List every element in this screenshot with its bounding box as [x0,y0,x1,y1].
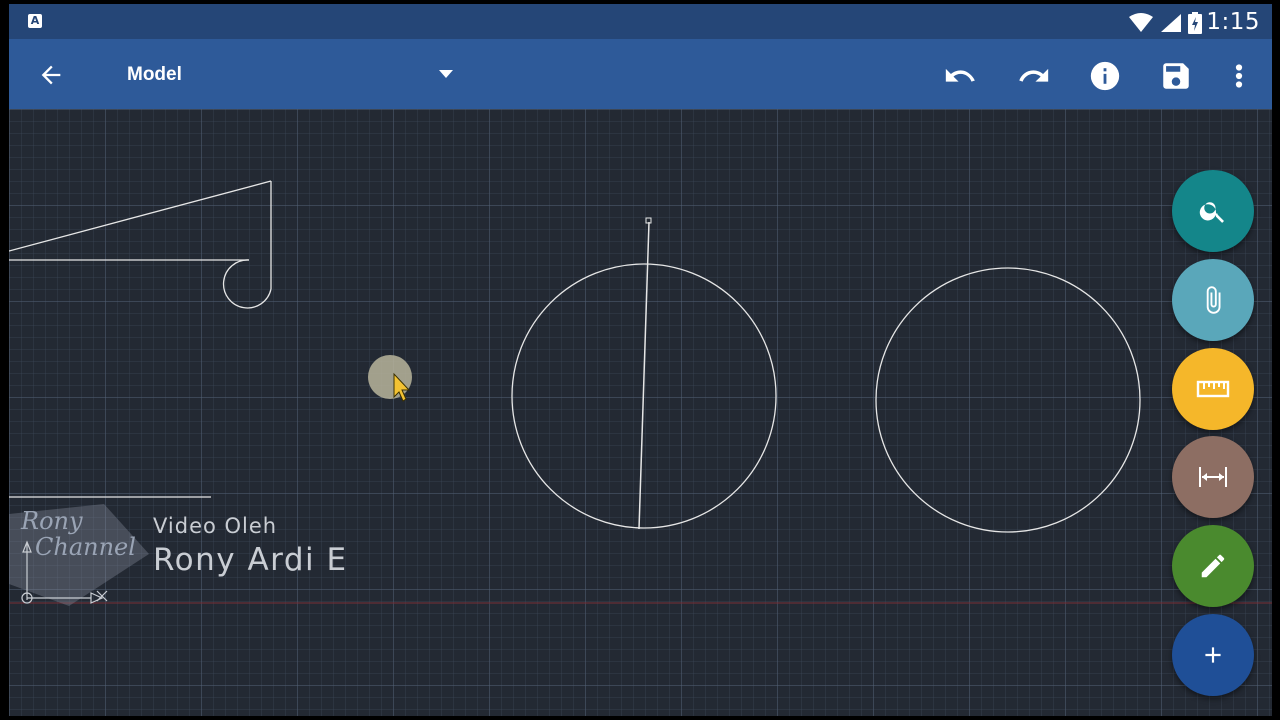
signal-icon [1161,14,1181,32]
redo-icon[interactable] [1017,59,1051,93]
drawing-canvas[interactable] [9,109,1272,716]
dimension-icon [1199,467,1227,487]
cad-drawing [9,180,1272,604]
notification-icon: A [28,14,42,28]
back-arrow-icon[interactable] [37,61,65,89]
wifi-icon [1129,13,1153,32]
paperclip-icon [1206,286,1221,314]
app-bar: Model [9,39,1272,109]
view-title[interactable]: Model [127,64,182,86]
dimension-fab[interactable] [1172,436,1254,518]
search-icon [1199,202,1224,223]
measure-fab[interactable] [1172,348,1254,430]
radius-line [638,221,650,530]
plus-icon [1205,647,1221,663]
status-bar: A 1:15 [9,4,1272,39]
circle-2 [875,267,1141,533]
ruler-icon [1196,380,1230,398]
battery-icon [1188,12,1202,34]
logo-text: Rony Channel [21,508,136,560]
draw-fab[interactable] [1172,525,1254,607]
watermark-author: Rony Ardi E [153,542,348,578]
attach-fab[interactable] [1172,259,1254,341]
watermark-caption: Video Oleh [153,514,278,538]
logo-line-1: Rony [21,507,83,535]
wedge-with-hook [9,180,272,309]
watermark: Rony Channel Video Oleh Rony Ardi E [9,494,389,614]
logo-line-2: Channel [35,533,136,561]
search-fab[interactable] [1172,170,1254,252]
touch-indicator [368,355,412,399]
info-icon[interactable] [1088,59,1122,93]
add-fab[interactable] [1172,614,1254,696]
pencil-icon [1201,554,1225,578]
undo-icon[interactable] [943,59,977,93]
dropdown-arrow-icon[interactable] [437,69,455,79]
more-vert-icon[interactable] [1229,59,1249,93]
app-screen: A 1:15 Model Rony Channel Video Oleh Ron… [9,4,1272,716]
clock: 1:15 [1206,9,1260,35]
save-icon[interactable] [1159,59,1193,93]
